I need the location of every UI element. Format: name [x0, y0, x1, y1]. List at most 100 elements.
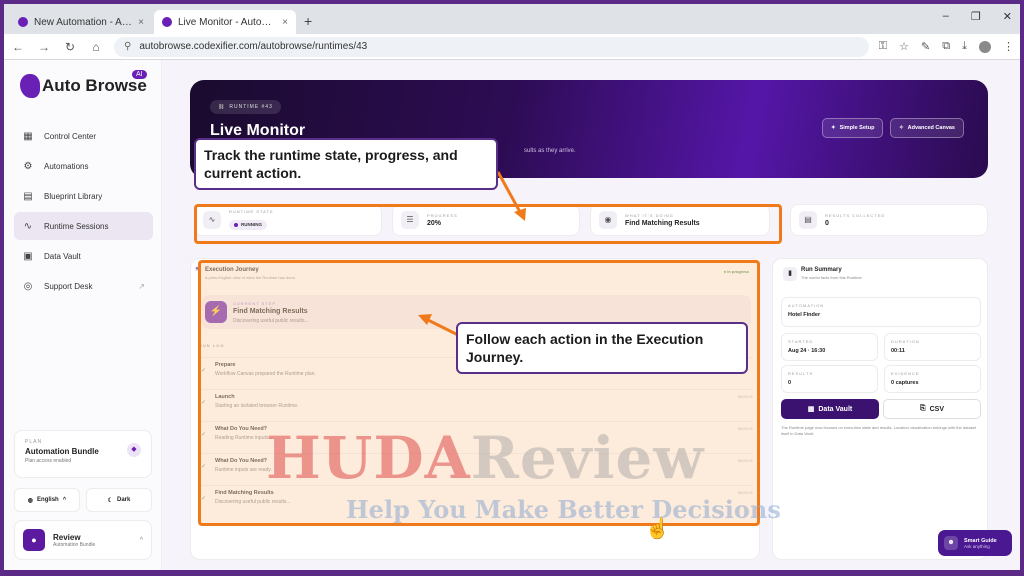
smart-guide-title: Smart Guide: [964, 537, 997, 544]
app: Auto Browse AI ▦ Control Center ⚙ Automa…: [4, 60, 1020, 570]
tab-title: Live Monitor - AutoBrowse AI: [178, 16, 277, 28]
user-role: Automation Bundle: [53, 541, 96, 548]
moon-icon: ☾: [107, 497, 114, 504]
watermark-tagline: Help You Make Better Decisions: [346, 495, 781, 524]
pen-icon[interactable]: ✎: [921, 40, 930, 53]
extensions-icon[interactable]: ⧉: [942, 40, 950, 53]
new-tab-button[interactable]: +: [304, 13, 312, 29]
theme-toggle[interactable]: ☾ Dark: [86, 488, 152, 512]
forward-button[interactable]: →: [36, 40, 52, 54]
run-log-label: RUN LOG: [199, 343, 225, 348]
status-text: RUNNING: [241, 222, 262, 227]
bookmark-star-icon[interactable]: ☆: [899, 40, 909, 53]
current-step-detail: Discovering useful public results...: [233, 318, 309, 324]
smart-guide-button[interactable]: ☻ Smart Guide Ask anything: [938, 530, 1012, 556]
summary-label: AUTOMATION: [788, 303, 825, 308]
tab-new-automation[interactable]: New Automation - AutoBrowse ×: [10, 10, 152, 34]
stat-runtime-state: ∿ RUNTIME STATE RUNNING: [194, 204, 382, 236]
sidebar-item-control-center[interactable]: ▦ Control Center: [14, 122, 153, 150]
log-title: What Do You Need?: [215, 426, 268, 432]
button-label: Simple Setup: [839, 125, 875, 131]
restore-button[interactable]: ❐: [971, 10, 981, 23]
back-button[interactable]: ←: [10, 40, 26, 54]
profile-avatar[interactable]: [979, 40, 991, 53]
journey-icon: ≋: [195, 266, 201, 273]
current-step-title: Find Matching Results: [233, 308, 308, 315]
data-vault-button[interactable]: ▦ Data Vault: [781, 399, 879, 419]
check-icon: ✓: [201, 496, 207, 502]
browser-menu-icon[interactable]: ⋮: [1003, 40, 1014, 53]
grid-icon: ▦: [807, 406, 815, 413]
check-icon: ✓: [201, 432, 207, 438]
summary-subtitle: The useful facts from this Runtime.: [801, 275, 863, 280]
sidebar-item-automations[interactable]: ⚙ Automations: [14, 152, 153, 180]
url-field[interactable]: ⚲ autobrowse.codexifier.com/autobrowse/r…: [114, 36, 869, 57]
sidebar-item-data-vault[interactable]: ▣ Data Vault: [14, 242, 153, 270]
close-tab-icon[interactable]: ×: [282, 17, 288, 28]
log-title: Prepare: [215, 362, 236, 368]
watermark-logo: HUDAReview: [266, 424, 704, 492]
summary-value: 0 captures: [891, 380, 919, 386]
callout-track-runtime: Track the runtime state, progress, and c…: [194, 138, 498, 190]
external-link-icon: ↗: [138, 281, 145, 291]
summary-results: RESULTS 0: [781, 365, 878, 393]
file-icon: ⎘: [919, 405, 926, 412]
journey-title: Execution Journey: [205, 267, 259, 273]
reload-button[interactable]: ↻: [62, 40, 78, 54]
summary-label: STARTED: [788, 339, 814, 344]
home-button[interactable]: ⌂: [88, 40, 104, 54]
log-detail: Runtime inputs are ready.: [215, 467, 272, 473]
language-select[interactable]: ◍ English ^: [14, 488, 80, 512]
site-info-icon[interactable]: ⚲: [124, 41, 131, 52]
user-avatar-icon: ●: [23, 529, 45, 551]
sidebar-item-support-desk[interactable]: ◎ Support Desk ↗: [14, 272, 153, 300]
tab-live-monitor[interactable]: Live Monitor - AutoBrowse AI ×: [154, 10, 296, 34]
csv-button[interactable]: ⎘ CSV: [883, 399, 981, 419]
current-step-label: CURRENT STEP: [233, 301, 277, 306]
database-icon: ▣: [23, 250, 33, 262]
automation-icon: ⚙: [23, 160, 33, 172]
toolbar-icons: ⚿ ☆ ✎ ⧉ ⤓ ⋮: [879, 40, 1014, 53]
advanced-canvas-button[interactable]: ✧ Advanced Canvas: [890, 118, 964, 138]
theme-label: Dark: [117, 497, 131, 503]
stat-results: ▤ RESULTS COLLECTED 0: [790, 204, 988, 236]
summary-value: Aug 24 · 16:30: [788, 348, 826, 354]
grid-icon: ▦: [23, 130, 33, 142]
status-badge: RUNNING: [229, 219, 267, 230]
close-tab-icon[interactable]: ×: [138, 17, 144, 28]
runtime-chip: ⛓ RUNTIME #43: [210, 100, 281, 114]
tab-favicon-icon: [18, 17, 28, 27]
summary-label: RESULTS: [788, 371, 814, 376]
brand-logo[interactable]: Auto Browse AI: [20, 70, 153, 98]
chevron-up-icon: ^: [139, 536, 143, 544]
stat-label: RESULTS COLLECTED: [825, 213, 886, 218]
link-icon: ⛓: [218, 104, 226, 110]
password-key-icon[interactable]: ⚿: [879, 40, 887, 53]
watermark-part2: Review: [470, 424, 705, 492]
button-label: CSV: [929, 405, 944, 413]
sidebar-item-blueprint-library[interactable]: ▤ Blueprint Library: [14, 182, 153, 210]
sidebar-item-label: Control Center: [44, 131, 97, 141]
simple-setup-button[interactable]: ✦ Simple Setup: [822, 118, 884, 138]
run-summary-card: ▮ Run Summary The useful facts from this…: [772, 258, 988, 560]
chevron-up-icon: ^: [62, 497, 67, 503]
robot-icon: ☻: [944, 536, 958, 550]
preferences: ◍ English ^ ☾ Dark: [14, 488, 152, 512]
download-icon[interactable]: ⤓: [962, 40, 967, 53]
sidebar-item-label: Data Vault: [44, 251, 81, 261]
log-detail: Reading Runtime inputs...: [215, 435, 273, 441]
close-window-button[interactable]: ✕: [1003, 10, 1012, 23]
support-icon: ◎: [23, 280, 33, 292]
progress-value: 20%: [427, 220, 442, 227]
summary-note: The Runtime page now focuses on executio…: [781, 425, 977, 436]
minimize-button[interactable]: –: [943, 10, 949, 23]
user-card[interactable]: ● Review Automation Bundle ^: [14, 520, 152, 560]
brand-name: Auto Browse: [42, 76, 147, 95]
plan-card[interactable]: PLAN Automation Bundle Plan access enabl…: [14, 430, 152, 478]
summary-automation: AUTOMATION Hotel Finder: [781, 297, 981, 327]
summary-label: DURATION: [891, 339, 920, 344]
status-dot-icon: [234, 222, 238, 227]
sidebar-item-runtime-sessions[interactable]: ∿ Runtime Sessions: [14, 212, 153, 240]
log-detail: Discovering useful public results...: [215, 499, 291, 505]
stat-progress: ☰ PROGRESS 20%: [392, 204, 580, 236]
